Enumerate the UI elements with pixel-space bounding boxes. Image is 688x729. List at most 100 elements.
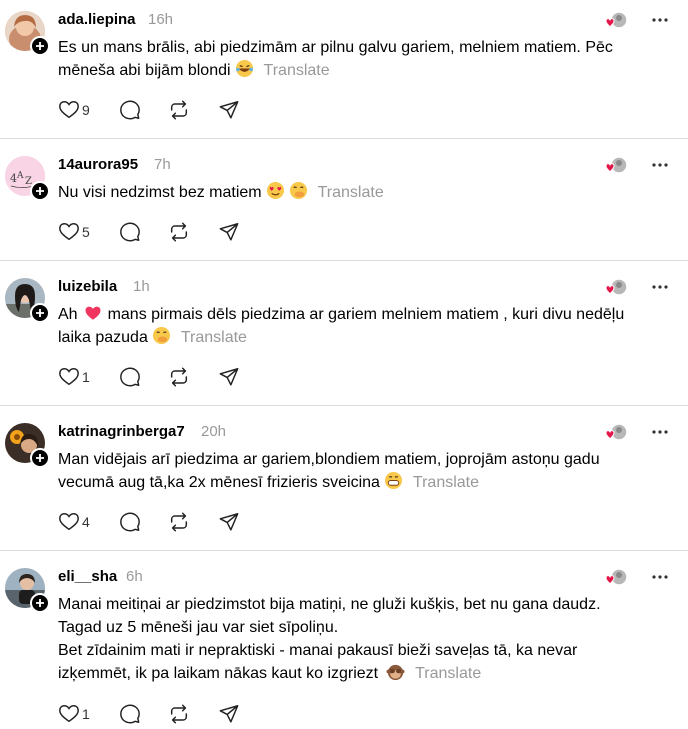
translate-link[interactable]: Translate: [318, 184, 384, 201]
hand-over-mouth-emoji-icon: [152, 326, 170, 345]
share-button[interactable]: [218, 365, 240, 389]
more-horizontal-icon[interactable]: [650, 277, 670, 297]
timestamp: 1h: [133, 278, 150, 295]
author-liked-indicator: [603, 423, 629, 443]
avatar[interactable]: 4AZ: [5, 156, 50, 201]
like-button[interactable]: 1: [58, 365, 90, 389]
author-liked-indicator: [603, 11, 629, 31]
repost-icon: [170, 100, 188, 120]
comment-bubble-icon: [120, 222, 140, 242]
more-horizontal-icon[interactable]: [650, 155, 670, 175]
like-count: 4: [82, 514, 90, 530]
reply-button[interactable]: [119, 220, 141, 244]
reply-button[interactable]: [119, 98, 141, 122]
like-count: 5: [82, 224, 90, 240]
more-horizontal-icon[interactable]: [650, 567, 670, 587]
repost-button[interactable]: [168, 702, 190, 726]
comment-feed: ada.liepina 16h Es un mans brālis, abi p…: [0, 0, 688, 729]
comment-bubble-icon: [120, 367, 140, 387]
share-button[interactable]: [218, 510, 240, 534]
reply-post: katrinagrinberga7 20h Man vidējais arī p…: [0, 406, 688, 550]
username[interactable]: katrinagrinberga7: [58, 423, 185, 440]
repost-icon: [170, 367, 188, 387]
post-text: Nu visi nedzimst bez matiem Translate: [58, 181, 678, 204]
repost-icon: [170, 222, 188, 242]
username[interactable]: ada.liepina: [58, 11, 136, 28]
translate-link[interactable]: Translate: [413, 474, 479, 491]
like-button[interactable]: 5: [58, 220, 90, 244]
share-button[interactable]: [218, 702, 240, 726]
send-icon: [219, 513, 239, 531]
like-button[interactable]: 4: [58, 510, 90, 534]
like-count: 9: [82, 102, 90, 118]
red-heart-emoji-icon: [85, 306, 101, 320]
heart-outline-icon: [59, 368, 79, 386]
share-button[interactable]: [218, 220, 240, 244]
avatar[interactable]: [5, 568, 50, 613]
plus-icon: [36, 309, 44, 317]
repost-button[interactable]: [168, 98, 190, 122]
svg-text:4: 4: [10, 172, 17, 185]
post-text: Es un mans brālis, abi piedzimām ar piln…: [58, 39, 613, 79]
repost-button[interactable]: [168, 220, 190, 244]
reply-button[interactable]: [119, 702, 141, 726]
follow-button[interactable]: [30, 593, 50, 613]
plus-icon: [36, 599, 44, 607]
more-horizontal-icon[interactable]: [650, 10, 670, 30]
repost-button[interactable]: [168, 510, 190, 534]
heart-outline-icon: [59, 101, 79, 119]
like-button[interactable]: 9: [58, 98, 90, 122]
username[interactable]: luizebila: [58, 278, 117, 295]
heart-outline-icon: [59, 513, 79, 531]
translate-link[interactable]: Translate: [181, 329, 247, 346]
comment-bubble-icon: [120, 100, 140, 120]
send-icon: [219, 368, 239, 386]
svg-text:A: A: [16, 171, 24, 181]
author-liked-indicator: [603, 568, 629, 588]
reply-post: ada.liepina 16h Es un mans brālis, abi p…: [0, 0, 688, 138]
heart-eyes-emoji-icon: [266, 181, 284, 200]
follow-button[interactable]: [30, 181, 50, 201]
plus-icon: [36, 187, 44, 195]
repost-icon: [170, 704, 188, 724]
more-horizontal-icon[interactable]: [650, 422, 670, 442]
translate-link[interactable]: Translate: [264, 62, 330, 79]
share-button[interactable]: [218, 98, 240, 122]
send-icon: [219, 223, 239, 241]
username[interactable]: 14aurora95: [58, 156, 138, 173]
translate-link[interactable]: Translate: [415, 665, 481, 682]
reply-post: eli__sha 6h Manai meitiņai ar piedzimsto…: [0, 551, 688, 729]
follow-button[interactable]: [30, 303, 50, 323]
reply-post: luizebila 1h Ah mans pirmais dēls piedzim…: [0, 261, 688, 405]
like-count: 1: [82, 369, 90, 385]
heart-outline-icon: [59, 223, 79, 241]
post-text: Ah mans pirmais dēls piedzima ar gariem m…: [58, 306, 625, 346]
author-liked-indicator: [603, 156, 629, 176]
repost-icon: [170, 512, 188, 532]
plus-icon: [36, 42, 44, 50]
send-icon: [219, 705, 239, 723]
heart-outline-icon: [59, 705, 79, 723]
follow-button[interactable]: [30, 36, 50, 56]
like-button[interactable]: 1: [58, 702, 90, 726]
follow-button[interactable]: [30, 448, 50, 468]
reply-button[interactable]: [119, 510, 141, 534]
timestamp: 6h: [126, 568, 143, 585]
username[interactable]: eli__sha: [58, 568, 117, 585]
timestamp: 7h: [154, 156, 171, 173]
comment-bubble-icon: [120, 704, 140, 724]
grinning-emoji-icon: [384, 471, 402, 490]
see-no-evil-monkey-emoji-icon: [386, 664, 405, 681]
reply-button[interactable]: [119, 365, 141, 389]
avatar[interactable]: [5, 278, 50, 323]
author-liked-indicator: [603, 278, 629, 298]
timestamp: 20h: [201, 423, 227, 440]
avatar[interactable]: [5, 11, 50, 56]
laughing-emoji-icon: [235, 59, 253, 78]
timestamp: 16h: [148, 11, 174, 28]
post-text: Man vidējais arī piedzima ar gariem,blon…: [58, 451, 600, 491]
avatar[interactable]: [5, 423, 50, 468]
send-icon: [219, 101, 239, 119]
post-text: Manai meitiņai ar piedzimstot bija matiņ…: [58, 596, 601, 682]
repost-button[interactable]: [168, 365, 190, 389]
